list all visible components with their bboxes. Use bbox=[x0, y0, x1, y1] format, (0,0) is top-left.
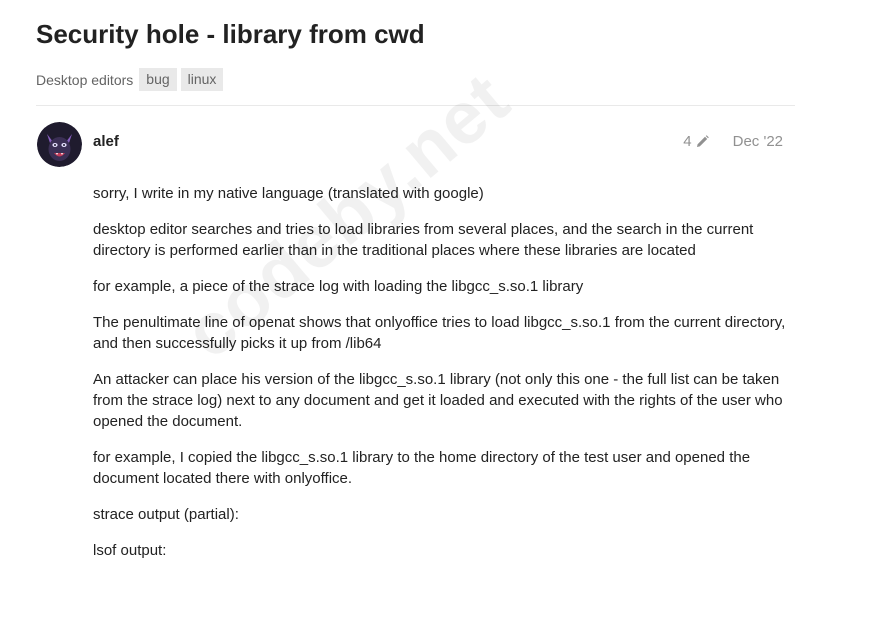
avatar[interactable] bbox=[37, 122, 82, 167]
post-paragraph: strace output (partial): bbox=[93, 506, 239, 523]
divider bbox=[36, 105, 795, 106]
tag-linux[interactable]: linux bbox=[180, 68, 224, 91]
post-date[interactable]: Dec '22 bbox=[733, 133, 783, 150]
post-paragraph: for example, a piece of the strace log w… bbox=[93, 278, 584, 295]
tag-bug[interactable]: bug bbox=[139, 68, 177, 91]
post-paragraph: The penultimate line of openat shows tha… bbox=[93, 314, 786, 352]
post-paragraph: lsof output: bbox=[93, 542, 167, 559]
pencil-icon bbox=[696, 135, 709, 147]
post-username[interactable]: alef bbox=[93, 133, 119, 150]
edit-count: 4 bbox=[683, 133, 692, 150]
post-paragraph: for example, I copied the libgcc_s.so.1 … bbox=[93, 449, 751, 487]
edit-history-button[interactable]: 4 bbox=[683, 133, 709, 150]
post-info: 4 Dec '22 bbox=[683, 133, 783, 150]
avatar-image bbox=[37, 122, 82, 167]
post-paragraph: sorry, I write in my native language (tr… bbox=[93, 185, 484, 202]
topic-meta: Desktop editors bug linux bbox=[36, 68, 227, 91]
post-paragraph: An attacker can place his version of the… bbox=[93, 371, 783, 430]
post-paragraph: desktop editor searches and tries to loa… bbox=[93, 221, 754, 259]
post-body: sorry, I write in my native language (tr… bbox=[93, 183, 793, 576]
category-link[interactable]: Desktop editors bbox=[36, 72, 133, 88]
page-title: Security hole - library from cwd bbox=[36, 19, 425, 49]
